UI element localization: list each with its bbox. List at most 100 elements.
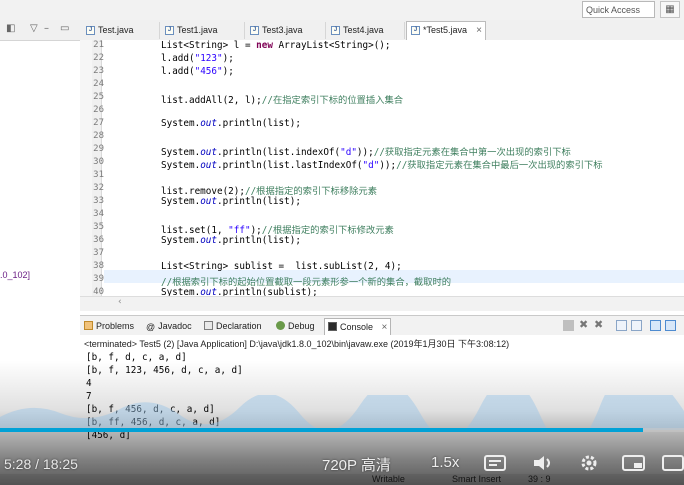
tab-label: Declaration — [216, 321, 262, 331]
console-line: [b, f, 123, 456, d, c, a, d] — [86, 365, 243, 376]
code-line: l.add("123"); — [161, 53, 234, 64]
javadoc-icon: @ — [146, 322, 156, 332]
code-line: l.add("456"); — [161, 66, 234, 77]
tab-test4-java[interactable]: J Test4.java — [327, 22, 405, 39]
tab-label: *Test5.java — [423, 25, 468, 35]
console-icon — [328, 322, 337, 331]
java-file-icon: J — [250, 26, 259, 35]
code-token: out — [200, 160, 217, 171]
tab-declaration[interactable]: Declaration — [204, 318, 262, 334]
tab-label: Console — [340, 322, 374, 332]
danmaku-icon[interactable] — [484, 454, 510, 472]
close-tab-icon[interactable]: × — [476, 22, 482, 39]
code-token: .println(list.lastIndexOf( — [216, 160, 363, 171]
insert-mode-status: Smart Insert — [452, 474, 502, 484]
line-number: 31 — [93, 170, 104, 180]
code-token: out — [200, 118, 217, 129]
line-number: 28 — [93, 131, 104, 141]
code-token: System. — [161, 196, 201, 207]
quality-button[interactable]: 720P 高清 — [322, 454, 391, 475]
terminated-label: <terminated> Test5 (2) [Java Application… — [84, 339, 510, 349]
code-token: System. — [161, 160, 201, 171]
code-line: List<String> sublist = list.subList(2, 4… — [161, 261, 402, 272]
tab-label: Test4.java — [343, 25, 384, 35]
pin-console-icon[interactable] — [650, 320, 661, 331]
editor-horizontal-scrollbar[interactable]: ‹ — [80, 296, 684, 311]
package-explorer-pane: ◧ ▽ – ▭ .0_102] — [0, 20, 81, 310]
line-number: 22 — [93, 53, 104, 63]
settings-gear-icon[interactable] — [578, 454, 600, 472]
code-comment: //在指定索引下标的位置插入集合 — [261, 95, 404, 106]
code-token: ); — [222, 66, 234, 77]
line-number: 37 — [93, 248, 104, 258]
console-line: 7 — [86, 391, 92, 402]
fullscreen-icon[interactable] — [662, 454, 684, 472]
tab-test3-java[interactable]: J Test3.java — [246, 22, 326, 39]
code-token: .println(list); — [216, 196, 301, 207]
picture-in-picture-icon[interactable] — [622, 454, 646, 472]
code-line: List<String> l = new ArrayList<String>()… — [161, 40, 391, 51]
remove-launch-icon[interactable]: ✖ — [579, 319, 590, 331]
code-line: System.out.println(list.lastIndexOf("d")… — [161, 157, 603, 171]
declaration-icon — [204, 321, 213, 330]
view-menu-icon[interactable]: ▽ — [30, 23, 38, 34]
java-file-icon: J — [411, 26, 420, 35]
volume-icon[interactable] — [532, 454, 554, 472]
tab-label: Test1.java — [177, 25, 218, 35]
code-token: list.addAll(2, l); — [161, 95, 262, 106]
close-console-icon[interactable]: × — [382, 322, 388, 333]
status-bar: Writable Smart Insert 39 : 9 — [0, 474, 684, 485]
code-line: list.set(1, "ff");//根据指定的索引下标修改元素 — [161, 222, 394, 236]
problems-icon — [84, 321, 93, 330]
line-number: 36 — [93, 235, 104, 245]
tab-label: Javadoc — [158, 321, 192, 331]
editor-tab-bar: J Test.java J Test1.java J Test3.java J … — [80, 20, 684, 41]
console-line: 4 — [86, 378, 92, 389]
explorer-toolbar: ◧ ▽ – ▭ — [0, 20, 80, 41]
scroll-left-icon[interactable]: ‹ — [118, 297, 122, 307]
terminate-icon[interactable] — [563, 320, 574, 331]
code-editor[interactable]: 21 List<String> l = new ArrayList<String>… — [80, 40, 684, 298]
line-number: 38 — [93, 261, 104, 271]
code-token: .println(list); — [216, 235, 301, 246]
code-token: out — [200, 235, 217, 246]
tab-test1-java[interactable]: J Test1.java — [161, 22, 245, 39]
line-number: 39 — [93, 274, 104, 284]
code-token: out — [200, 196, 217, 207]
remove-all-icon[interactable]: ✖ — [594, 319, 605, 331]
tab-console[interactable]: Console × — [324, 318, 392, 335]
code-token: ); — [222, 53, 234, 64]
line-number: 35 — [93, 222, 104, 232]
code-line: //根据索引下标的起始位置截取一段元素形参一个新的集合，截取时的 — [161, 274, 451, 288]
minimize-icon[interactable]: – — [44, 23, 49, 34]
code-line: System.out.println(list); — [161, 235, 301, 246]
video-progress-bar[interactable] — [0, 428, 684, 432]
tab-debug[interactable]: Debug — [276, 318, 315, 334]
speed-button[interactable]: 1.5x — [431, 454, 459, 471]
collapse-icon[interactable]: ◧ — [6, 23, 15, 34]
tab-label: Problems — [96, 321, 135, 331]
code-token: System. — [161, 118, 201, 129]
tab-test-java[interactable]: J Test.java — [82, 22, 160, 39]
word-wrap-icon[interactable] — [631, 320, 642, 331]
line-number: 29 — [93, 144, 104, 154]
code-token: List<String> l = — [161, 40, 257, 51]
tab-test5-java[interactable]: J *Test5.java × — [406, 21, 486, 40]
tab-javadoc[interactable]: @ Javadoc — [146, 318, 192, 334]
line-number: 21 — [93, 40, 104, 50]
code-line: list.addAll(2, l);//在指定索引下标的位置插入集合 — [161, 92, 403, 106]
jre-library-label: .0_102] — [0, 270, 31, 280]
quick-access-field[interactable]: Quick Access — [582, 1, 655, 18]
debug-icon — [276, 321, 285, 330]
perspective-icon[interactable]: ▦ — [660, 1, 680, 18]
code-token: ArrayList<String>(); — [272, 40, 391, 51]
line-number: 30 — [93, 157, 104, 167]
line-number: 34 — [93, 209, 104, 219]
maximize-icon[interactable]: ▭ — [60, 23, 69, 34]
scroll-lock-icon[interactable] — [616, 320, 627, 331]
display-console-icon[interactable] — [665, 320, 676, 331]
code-string: "123" — [194, 53, 223, 64]
view-tab-bar: Problems @ Javadoc Declaration Debug Cons… — [80, 315, 684, 337]
java-file-icon: J — [165, 26, 174, 35]
tab-problems[interactable]: Problems — [84, 318, 134, 334]
